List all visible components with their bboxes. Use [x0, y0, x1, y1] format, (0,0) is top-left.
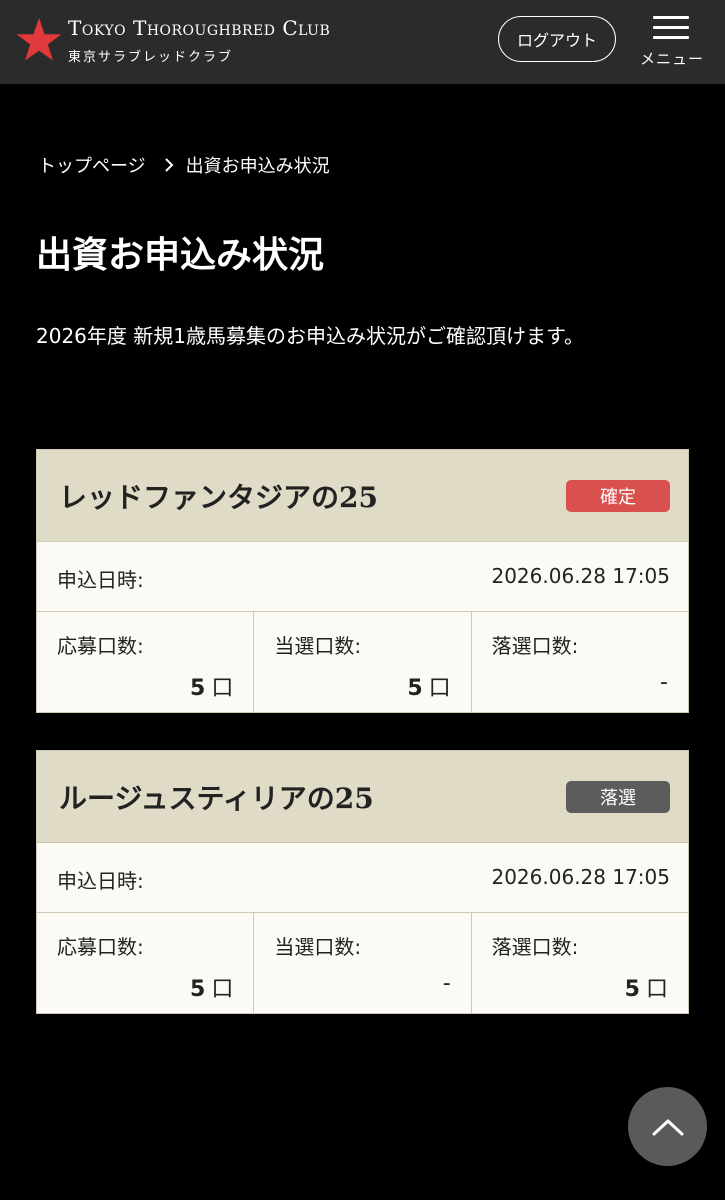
site-logo-subtitle[interactable]: 東京サラブレッドクラブ	[68, 46, 233, 65]
lost-count-value: -	[660, 670, 668, 695]
status-badge: 落選	[566, 781, 670, 813]
date-value: 2026.06.28 17:05	[491, 564, 670, 588]
applied-count-label: 応募口数:	[57, 634, 144, 658]
lost-count-cell: 落選口数: -	[472, 612, 688, 712]
won-count-value: -	[442, 971, 451, 996]
applied-count-value: 5口	[190, 676, 234, 701]
scroll-top-button[interactable]	[628, 1087, 707, 1166]
date-label: 申込日時:	[57, 568, 144, 592]
breadcrumb-home-link[interactable]: トップページ	[38, 152, 146, 178]
date-label: 申込日時:	[57, 869, 144, 893]
applied-count-cell: 応募口数: 5口	[37, 612, 255, 712]
won-count-label: 当選口数:	[274, 634, 362, 658]
won-count-value: 5口	[407, 676, 451, 701]
won-count-cell: 当選口数: -	[254, 913, 472, 1013]
won-count-label: 当選口数:	[274, 935, 362, 959]
menu-label: メニュー	[639, 50, 704, 68]
horse-name: レッドファンタジアの25	[59, 481, 378, 514]
lost-count-cell: 落選口数: 5口	[472, 913, 688, 1013]
menu-button[interactable]: メニュー	[632, 12, 712, 72]
applied-count-value: 5口	[190, 977, 234, 1002]
page-description: 2026年度 新規1歳馬募集のお申込み状況がご確認頂けます。	[36, 324, 584, 348]
card-header: ルージュスティリアの25 落選	[37, 751, 688, 843]
won-count-cell: 当選口数: 5口	[254, 612, 472, 712]
chevron-up-icon	[652, 1119, 683, 1135]
lost-count-value: 5口	[624, 977, 668, 1002]
horse-name: ルージュスティリアの25	[59, 782, 374, 815]
logout-button[interactable]: ログアウト	[498, 16, 616, 62]
lost-count-label: 落選口数:	[491, 935, 579, 959]
application-date-row: 申込日時: 2026.06.28 17:05	[37, 542, 688, 612]
status-badge: 確定	[566, 480, 670, 512]
breadcrumb: トップページ 出資お申込み状況	[38, 152, 330, 178]
counts-row: 応募口数: 5口 当選口数: 5口 落選口数: -	[37, 612, 688, 712]
date-value: 2026.06.28 17:05	[491, 865, 670, 889]
applied-count-label: 応募口数:	[57, 935, 144, 959]
site-logo-title[interactable]: Tokyo Thoroughbred Club	[68, 16, 330, 40]
site-header: Tokyo Thoroughbred Club 東京サラブレッドクラブ ログアウ…	[0, 0, 725, 84]
star-icon[interactable]	[16, 17, 62, 61]
applied-count-cell: 応募口数: 5口	[37, 913, 255, 1013]
card-header: レッドファンタジアの25 確定	[37, 450, 688, 542]
application-card: ルージュスティリアの25 落選 申込日時: 2026.06.28 17:05 応…	[36, 750, 689, 1014]
application-date-row: 申込日時: 2026.06.28 17:05	[37, 843, 688, 913]
application-card: レッドファンタジアの25 確定 申込日時: 2026.06.28 17:05 応…	[36, 449, 689, 713]
page-title: 出資お申込み状況	[36, 234, 325, 276]
counts-row: 応募口数: 5口 当選口数: - 落選口数: 5口	[37, 913, 688, 1013]
lost-count-label: 落選口数:	[491, 634, 579, 658]
chevron-right-icon	[164, 158, 174, 172]
breadcrumb-current: 出資お申込み状況	[185, 156, 330, 177]
